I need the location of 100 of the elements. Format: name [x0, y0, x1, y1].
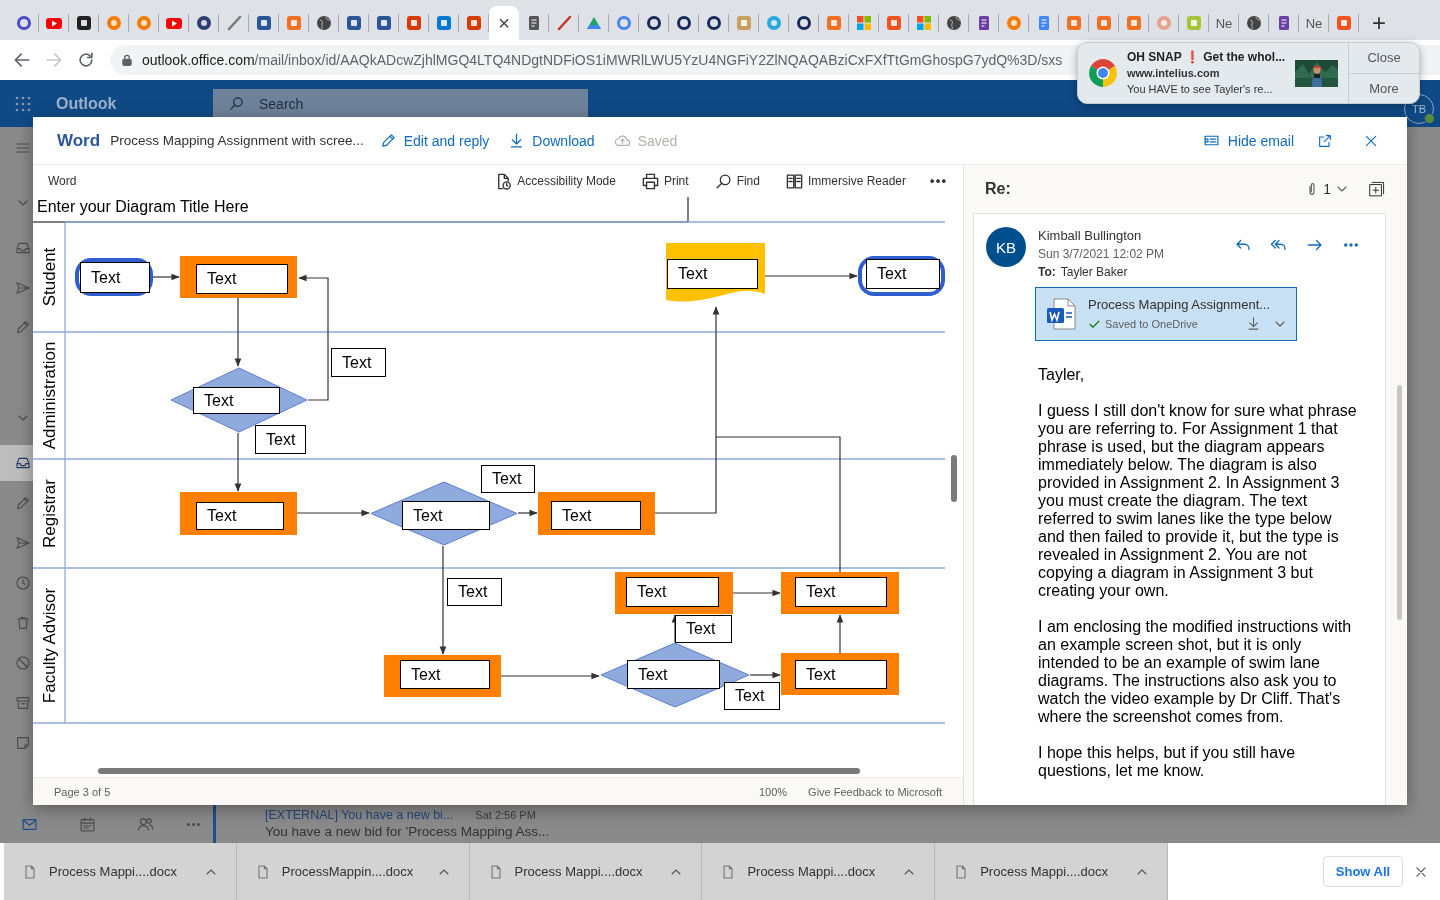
notification-button[interactable]: Close	[1349, 43, 1419, 73]
download-button[interactable]: Download	[508, 132, 595, 149]
shape-text: Text	[402, 501, 490, 530]
download-item[interactable]: Process Mappi....docx	[469, 843, 703, 900]
browser-tab[interactable]: ×	[489, 6, 519, 40]
email-paragraph: I am enclosing the modified instructions with an example screen shot, but it is only intended to be an example of swim lane diagrams. The instructions also ask you to watch the video example by Dr Cliff. That's where the screenshot comes from.	[1038, 618, 1353, 726]
menu-icon	[15, 140, 31, 156]
print-button[interactable]: Print	[640, 171, 689, 191]
lane-label: Faculty Advisor	[39, 587, 59, 704]
immersive-reader-button[interactable]: Immersive Reader	[784, 171, 906, 191]
calendar-icon[interactable]	[78, 815, 96, 833]
recipient-name[interactable]: Tayler Baker	[1060, 264, 1128, 281]
expand-icon[interactable]	[1368, 180, 1385, 198]
app-name: Word	[57, 130, 101, 151]
page-count: Page 3 of 5	[54, 785, 111, 798]
edit-and-reply-button[interactable]: Edit and reply	[379, 132, 490, 149]
download-item[interactable]: Process Mappi....docx	[702, 843, 936, 900]
app-label: Word	[48, 174, 77, 188]
scrollbar[interactable]	[951, 455, 957, 502]
shape-text: Text	[675, 615, 732, 643]
site-icon	[916, 15, 932, 31]
sender-name[interactable]: Kimball Bullington	[1038, 228, 1165, 244]
feedback-link[interactable]: Give Feedback to Microsoft	[808, 785, 942, 798]
shape-text: Text	[196, 264, 288, 294]
download-item[interactable]: Process Mappi....docx	[4, 843, 237, 900]
shape-text: Text	[795, 577, 887, 607]
saved-status: Saved	[613, 132, 678, 149]
people-icon[interactable]	[136, 815, 154, 833]
back-icon[interactable]	[12, 50, 32, 70]
scrollbar[interactable]	[1397, 385, 1402, 620]
shape-text: Text	[331, 348, 386, 377]
email-subject: Re:	[985, 180, 1011, 198]
pencil-icon	[379, 132, 397, 149]
email-paragraph: I hope this helps, but if you still have questions, let me know.	[1038, 744, 1297, 780]
hide-email-button[interactable]: Hide email	[1202, 132, 1294, 149]
message-time: Sat 2:56 PM	[475, 808, 536, 823]
popout-icon[interactable]	[1317, 132, 1333, 149]
new-tab-button[interactable]: +	[1362, 6, 1396, 40]
to-label: To:	[1038, 264, 1056, 281]
connector-arrow	[836, 614, 844, 654]
zoom-level: 100%	[758, 785, 788, 798]
close-icon[interactable]	[1414, 864, 1428, 879]
printer-icon	[640, 171, 660, 191]
attachment-card[interactable]: Process Mapping Assignment... Saved to OneDrive	[1035, 287, 1297, 341]
attachment-name: Process Mapping Assignment...	[1088, 296, 1272, 313]
cloud-icon	[613, 132, 631, 149]
app-launcher-icon[interactable]	[14, 94, 32, 113]
search-icon	[228, 95, 245, 112]
diagram-title: Enter your Diagram Title Here	[37, 197, 249, 217]
send-icon	[15, 535, 31, 551]
notification-button[interactable]: More	[1349, 72, 1419, 103]
trash-icon	[15, 615, 31, 631]
connector-arrow	[517, 509, 538, 517]
email-paragraph: Tayler,	[1038, 366, 1086, 384]
scrollbar[interactable]	[98, 768, 860, 774]
message-snippet: You have a new bid for 'Process Mapping Ass...	[265, 823, 550, 840]
shape-text: Text	[627, 660, 720, 689]
clock-icon	[15, 575, 31, 591]
reload-icon[interactable]	[76, 50, 96, 70]
accessibility-mode-button[interactable]: Accessibility Mode	[494, 171, 616, 191]
notification-title: OH SNAP ❗ Get the whol...	[1127, 49, 1287, 65]
pencil-icon	[15, 319, 31, 335]
shape-text: Text	[196, 502, 284, 530]
find-button[interactable]: Find	[713, 171, 760, 191]
connector-arrow	[152, 273, 180, 281]
attachment-count[interactable]: 1	[1323, 181, 1331, 197]
download-icon[interactable]	[1246, 316, 1261, 331]
site-icon	[856, 15, 872, 31]
shape-text: Text	[193, 387, 280, 414]
shape-text: Text	[795, 660, 887, 689]
blocked-icon	[15, 655, 31, 671]
word-file-icon	[1046, 298, 1076, 330]
connector-arrow	[749, 671, 781, 679]
shape-text: Text	[667, 259, 758, 289]
connector-arrow	[732, 589, 781, 597]
shape-text: Text	[551, 501, 641, 530]
shape-text: Text	[400, 660, 490, 689]
lock-icon	[120, 53, 134, 67]
save-status: Saved to OneDrive	[1105, 318, 1198, 330]
download-item[interactable]: ProcessMappin....docx	[236, 843, 470, 900]
folder-button[interactable]	[0, 445, 33, 481]
show-all-button[interactable]: Show All	[1323, 856, 1403, 887]
lane-label: Student	[39, 247, 59, 307]
status-dot	[1424, 113, 1435, 124]
file-icon	[22, 863, 38, 880]
pencil-icon	[15, 495, 31, 511]
send-icon	[15, 280, 31, 296]
app-name: Outlook	[56, 94, 118, 113]
shape-text: Text	[447, 578, 502, 606]
shape-text: Text	[866, 259, 940, 289]
book-icon	[784, 171, 804, 191]
document-title: Process Mapping Assignment with scree...	[110, 133, 364, 148]
note-icon	[15, 735, 31, 751]
sent-date: Sun 3/7/2021 12:02 PM	[1038, 246, 1165, 263]
shape-text: Text	[481, 465, 535, 493]
download-item[interactable]: Process Mappi....docx	[935, 843, 1168, 900]
connector-arrow	[234, 432, 242, 492]
connector-arrow	[234, 297, 242, 367]
search-field[interactable]: Search	[213, 88, 588, 119]
browser-logo-icon	[1088, 59, 1117, 87]
